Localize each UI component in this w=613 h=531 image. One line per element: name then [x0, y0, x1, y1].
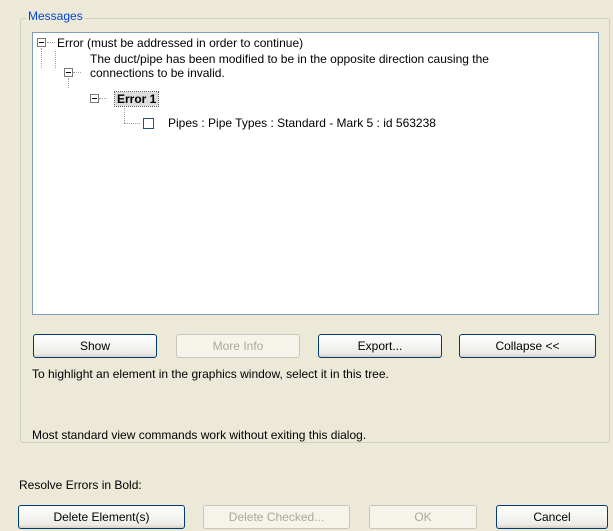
tree-element-pipe[interactable]: Pipes : Pipe Types : Standard - Mark 5 :… [168, 116, 436, 130]
element-checkbox[interactable] [143, 118, 154, 129]
tree-root-error[interactable]: Error (must be addressed in order to con… [57, 36, 303, 50]
tree-message-line1[interactable]: The duct/pipe has been modified to be in… [90, 52, 489, 66]
more-info-button[interactable]: More Info [176, 334, 300, 358]
collapse-root-icon[interactable] [37, 38, 46, 47]
highlight-hint-text: To highlight an element in the graphics … [32, 367, 389, 381]
delete-elements-button[interactable]: Delete Element(s) [18, 505, 185, 529]
tree-error1-selected[interactable]: Error 1 [113, 91, 160, 107]
resolve-errors-label: Resolve Errors in Bold: [19, 478, 142, 492]
collapse-message-icon[interactable] [64, 68, 73, 77]
ok-button[interactable]: OK [369, 505, 477, 529]
cancel-button[interactable]: Cancel [496, 505, 608, 529]
delete-checked-button[interactable]: Delete Checked... [203, 505, 350, 529]
messages-group-title: Messages [26, 9, 85, 23]
export-button[interactable]: Export... [318, 334, 442, 358]
collapse-error1-icon[interactable] [90, 94, 99, 103]
collapse-button[interactable]: Collapse << [459, 334, 596, 358]
show-button[interactable]: Show [33, 334, 157, 358]
view-commands-hint-text: Most standard view commands work without… [32, 428, 367, 442]
messages-tree[interactable]: Error (must be addressed in order to con… [32, 32, 599, 315]
tree-message-line2[interactable]: connections to be invalid. [90, 66, 225, 80]
